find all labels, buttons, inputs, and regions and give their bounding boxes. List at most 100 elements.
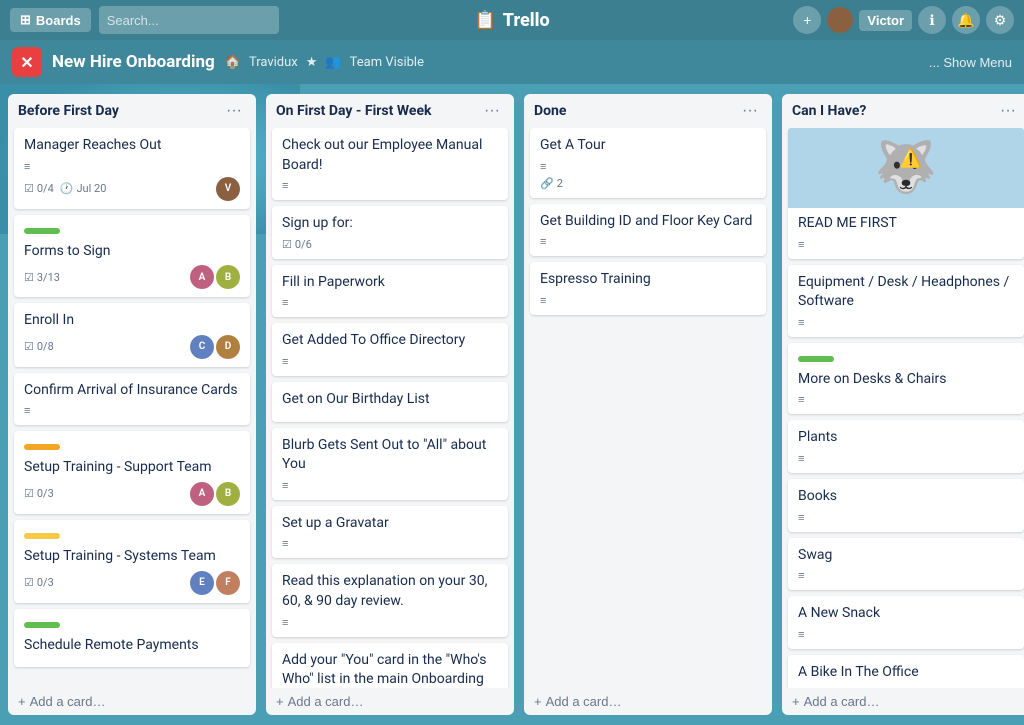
card-title-setup-systems: Setup Training - Systems Team [24,547,240,567]
card-get-a-tour[interactable]: Get A Tour≡🔗2 [530,128,766,198]
card-setup-systems[interactable]: Setup Training - Systems Team ☑0/3 EF [14,520,250,603]
card-title-bike: A Bike In The Office [798,663,1014,683]
card-title-enroll-in: Enroll In [24,311,240,331]
card-label-setup-support [24,444,60,450]
card-desc-icon-manager-reaches-out: ≡ [24,160,240,173]
card-swag[interactable]: Swag ≡ [788,538,1024,591]
badge-text: 0/8 [37,340,54,353]
cards-container-done: Get A Tour≡🔗2 Get Building ID and Floor K… [524,128,772,688]
card-desc-icon-gravatar: ≡ [282,537,498,550]
card-fill-in-paperwork[interactable]: Fill in Paperwork≡ [272,265,508,318]
column-title-can-i-have: Can I Have? [792,103,866,119]
badge-text: 2 [557,177,563,190]
column-menu-button-can-i-have[interactable]: ··· [996,102,1020,120]
column-title-done: Done [534,103,566,119]
card-office-directory[interactable]: Get Added To Office Directory≡ [272,323,508,376]
card-sign-up-for[interactable]: Sign up for:☑0/6 [272,206,508,259]
search-input[interactable] [99,6,279,34]
card-birthday-list[interactable]: Get on Our Birthday List [272,382,508,422]
card-desc-icon-bike: ≡ [798,686,1014,688]
card-whos-who[interactable]: Add your "You" card in the "Who's Who" l… [272,643,508,688]
card-plants[interactable]: Plants ≡ [788,420,1024,473]
card-forms-to-sign[interactable]: Forms to Sign☑3/13AB [14,215,250,298]
card-employee-manual[interactable]: Check out our Employee Manual Board!≡ [272,128,508,200]
board-header: ✕ New Hire Onboarding 🏠 Travidux ★ 👥 Tea… [0,40,1024,84]
card-title-employee-manual: Check out our Employee Manual Board! [282,136,498,175]
badge-text: 0/3 [37,576,54,589]
card-meta-left-forms-to-sign: ☑3/13 [24,271,60,284]
card-building-id[interactable]: Get Building ID and Floor Key Card ≡ [530,204,766,257]
column-menu-button-done[interactable]: ··· [738,102,762,120]
info-button[interactable]: ℹ [918,6,946,34]
board-icon: ✕ [12,47,42,77]
card-read-me-first[interactable]: 🐺⚠️READ ME FIRST≡ [788,128,1024,259]
card-new-snack[interactable]: A New Snack≡ [788,596,1024,649]
card-desc-icon-swag: ≡ [798,569,1014,582]
card-avatars-forms-to-sign: AB [190,265,240,289]
add-card-button-can-i-have[interactable]: +Add a card… [782,688,1024,715]
badge-text: 0/6 [295,238,312,251]
card-title-30-60-90: Read this explanation on your 30, 60, & … [282,572,498,611]
card-title-swag: Swag [798,546,1014,566]
card-equipment[interactable]: Equipment / Desk / Headphones / Software… [788,265,1024,337]
card-enroll-in[interactable]: Enroll In☑0/8CD [14,303,250,367]
column-header-done: Done ··· [524,94,772,128]
boards-button[interactable]: ⊞ Boards [10,8,91,32]
card-bike[interactable]: A Bike In The Office ≡ [788,655,1024,688]
show-menu-button[interactable]: ... Show Menu [929,55,1012,70]
card-books[interactable]: Books≡ [788,479,1024,532]
add-card-button-first-day-week[interactable]: +Add a card… [266,688,514,715]
add-card-button-before-first-day[interactable]: +Add a card… [8,688,256,715]
column-menu-button-first-day-week[interactable]: ··· [480,102,504,120]
column-first-day-week: On First Day - First Week···Check out ou… [266,94,514,715]
user-menu-button[interactable]: Victor [859,10,912,31]
card-espresso[interactable]: Espresso Training≡ [530,262,766,315]
column-header-can-i-have: Can I Have? ··· [782,94,1024,128]
card-title-plants: Plants [798,428,1014,448]
card-desc-icon-plants: ≡ [798,452,1014,465]
card-desc-icon-blurb: ≡ [282,479,498,492]
avatar-setup-support-0: A [190,482,214,506]
card-badge-setup-systems: ☑0/3 [24,576,54,589]
card-meta-manager-reaches-out: ☑0/4🕐Jul 20V [24,177,240,201]
star-icon[interactable]: ★ [306,55,318,70]
add-card-label: Add a card… [288,694,364,709]
column-menu-button-before-first-day[interactable]: ··· [222,102,246,120]
card-avatars-setup-systems: EF [190,571,240,595]
settings-button[interactable]: ⚙ [986,6,1014,34]
card-label-setup-systems [24,533,60,539]
card-desc-icon-building-id: ≡ [540,235,756,248]
card-30-60-90[interactable]: Read this explanation on your 30, 60, & … [272,564,508,636]
card-setup-support[interactable]: Setup Training - Support Team☑0/3AB [14,431,250,514]
add-button[interactable]: + [793,6,821,34]
card-title-whos-who: Add your "You" card in the "Who's Who" l… [282,651,498,688]
card-gravatar[interactable]: Set up a Gravatar ≡ [272,506,508,559]
user-avatar [827,7,853,33]
card-confirm-arrival[interactable]: Confirm Arrival of Insurance Cards≡ [14,373,250,426]
notifications-button[interactable]: 🔔 [952,6,980,34]
column-header-before-first-day: Before First Day··· [8,94,256,128]
avatar-forms-to-sign-1: B [216,265,240,289]
card-title-setup-support: Setup Training - Support Team [24,458,240,478]
card-blurb[interactable]: Blurb Gets Sent Out to "All" about You≡ [272,428,508,500]
user-name: Victor [867,13,904,28]
card-meta-left-sign-up-for: ☑0/6 [282,238,312,251]
boards-grid-icon: ⊞ [20,12,31,28]
card-title-confirm-arrival: Confirm Arrival of Insurance Cards [24,381,240,401]
add-card-button-done[interactable]: +Add a card… [524,688,772,715]
card-title-gravatar: Set up a Gravatar [282,514,498,534]
card-schedule-remote[interactable]: Schedule Remote Payments [14,609,250,668]
avatar-enroll-in-1: D [216,335,240,359]
card-title-building-id: Get Building ID and Floor Key Card [540,212,756,232]
trello-logo: 📋 Trello [474,10,549,31]
card-more-desks[interactable]: More on Desks & Chairs≡ [788,343,1024,415]
card-manager-reaches-out[interactable]: Manager Reaches Out≡☑0/4🕐Jul 20V [14,128,250,209]
card-desc-icon-read-me-first: ≡ [798,238,1014,251]
card-badge-forms-to-sign: ☑3/13 [24,271,60,284]
cards-container-first-day-week: Check out our Employee Manual Board!≡Sig… [266,128,514,688]
card-meta-get-a-tour: 🔗2 [540,177,756,190]
badge-icon: 🕐 [60,182,74,195]
nav-right: + Victor ℹ 🔔 ⚙ [793,6,1014,34]
card-label-forms-to-sign [24,228,60,234]
card-title-espresso: Espresso Training [540,270,756,290]
